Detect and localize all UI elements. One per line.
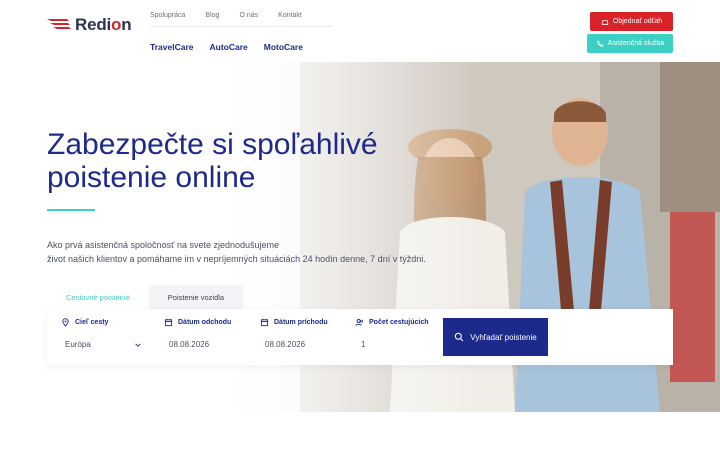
mainnav-link-autocare[interactable]: AutoCare (209, 42, 247, 52)
main-nav: TravelCare AutoCare MotoCare (150, 42, 319, 52)
destination-value: Európa (65, 340, 91, 349)
order-tow-button[interactable]: Objednať odťah (590, 12, 673, 31)
topnav-link-spolupraca[interactable]: Spolupráca (150, 12, 185, 19)
site-header: Redion Spolupráca Blog O nás Kontakt Tra… (0, 0, 720, 62)
tab-travel-insurance[interactable]: Cestovné poistenie (47, 285, 149, 309)
topnav-link-blog[interactable]: Blog (205, 12, 219, 19)
departure-value: 08.08.2026 (169, 340, 210, 349)
search-button-label: Vyhľadať poistenie (470, 332, 537, 342)
hero-description: Ako prvá asistenčná spoločnosť na svete … (47, 240, 426, 264)
destination-select[interactable]: Cieľ cesty Európa (61, 309, 151, 365)
mainnav-link-travelcare[interactable]: TravelCare (150, 42, 193, 52)
search-insurance-button[interactable]: Vyhľadať poistenie (443, 318, 548, 356)
travelers-label: Počet cestujúcich (355, 318, 429, 327)
assistance-label: Asistenčná služba (607, 40, 665, 47)
calendar-icon (260, 318, 269, 327)
nav-divider (150, 26, 332, 27)
hero-divider (47, 209, 95, 211)
topnav-link-o-nas[interactable]: O nás (239, 12, 258, 19)
users-icon (355, 318, 364, 326)
topnav-link-kontakt[interactable]: Kontakt (278, 12, 302, 19)
logo[interactable]: Redion (47, 15, 132, 35)
hero-title: Zabezpečte si spoľahlivé poistenie online (47, 128, 378, 194)
insurance-tabs: Cestovné poistenie Poistenie vozidla (47, 285, 244, 309)
location-pin-icon (62, 318, 69, 327)
tab-vehicle-insurance[interactable]: Poistenie vozidla (148, 285, 244, 309)
travelers-value: 1 (361, 340, 366, 349)
search-icon (455, 332, 464, 342)
logo-wing-icon (47, 19, 71, 29)
top-nav: Spolupráca Blog O nás Kontakt (150, 12, 322, 19)
phone-icon (597, 40, 603, 47)
assistance-button[interactable]: Asistenčná služba (587, 34, 673, 53)
arrival-value: 08.08.2026 (265, 340, 306, 349)
logo-text: Redion (75, 15, 132, 34)
arrival-label: Dátum príchodu (260, 318, 328, 327)
mainnav-link-motocare[interactable]: MotoCare (264, 42, 303, 52)
departure-label: Dátum odchodu (164, 318, 231, 327)
destination-label: Cieľ cesty (61, 318, 108, 327)
car-icon (601, 19, 609, 25)
travelers-count-field[interactable]: Počet cestujúcich 1 (355, 309, 445, 365)
order-tow-label: Objednať odťah (612, 18, 663, 25)
arrival-date-field[interactable]: Dátum príchodu 08.08.2026 (260, 309, 350, 365)
calendar-icon (164, 318, 173, 327)
chevron-down-icon (135, 343, 141, 347)
departure-date-field[interactable]: Dátum odchodu 08.08.2026 (164, 309, 254, 365)
search-panel: Cieľ cesty Európa Dátum odchodu 08.08.20… (47, 309, 673, 365)
